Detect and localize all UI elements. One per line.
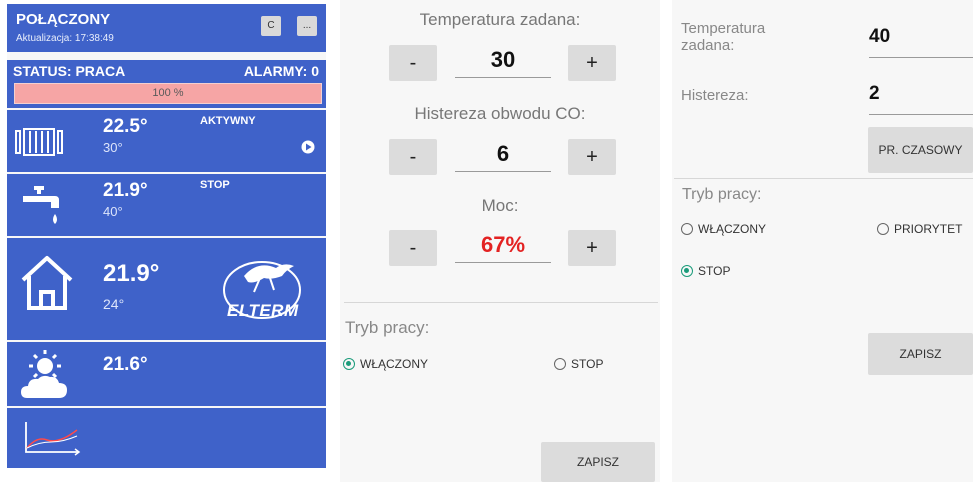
hysteresis-label: Histereza: [681, 87, 749, 104]
mode-stop-label: STOP [698, 264, 731, 278]
hot-water-panel: Temperatura zadana: 40 Histereza: 2 PR. … [672, 0, 973, 482]
outdoor-temp: 21.6° [103, 354, 148, 375]
power-minus-button[interactable]: - [389, 230, 437, 266]
radio-selected-icon [343, 358, 355, 370]
radio-unselected-icon [877, 223, 889, 235]
temp-setpoint-title: Temperatura zadana: [419, 10, 581, 29]
heating-circuit-panel: Temperatura zadana: - 30 + Histereza obw… [340, 0, 660, 482]
hysteresis-field[interactable]: 2 [869, 83, 973, 115]
c-button[interactable]: C [261, 16, 281, 36]
graph-tile[interactable] [7, 408, 326, 468]
hot-water-state: STOP [200, 179, 230, 191]
radiator-tile[interactable]: 22.5° 30° AKTYWNY [7, 110, 326, 172]
radio-selected-icon [681, 265, 693, 277]
last-update: Aktualizacja: 17:38:49 [16, 33, 114, 44]
mode-radio-on[interactable]: WŁĄCZONY [343, 357, 428, 371]
radiator-temp: 22.5° [103, 116, 148, 137]
tap-icon [23, 186, 59, 224]
dashboard-panel: POŁĄCZONY Aktualizacja: 17:38:49 C ... S… [7, 4, 326, 468]
radiator-state: AKTYWNY [200, 115, 256, 127]
hysteresis-value[interactable]: 6 [455, 136, 551, 172]
hot-water-tile[interactable]: 21.9° 40° STOP [7, 174, 326, 236]
progress-bar: 100 % [14, 83, 322, 104]
mode-title: Tryb pracy: [345, 318, 430, 337]
more-button[interactable]: ... [297, 16, 317, 36]
hyst-plus-button[interactable]: + [568, 139, 616, 175]
mode-radio-on[interactable]: WŁĄCZONY [681, 222, 766, 236]
progress-label: 100 % [152, 87, 184, 99]
mode-radio-priority[interactable]: PRIORYTET [877, 222, 962, 236]
power-plus-button[interactable]: + [568, 230, 616, 266]
elterm-logo-text: ELTERM [227, 301, 299, 320]
home-tile[interactable]: 21.9° 24° ELTERM [7, 238, 326, 340]
temp-setpoint-field[interactable]: 40 [869, 26, 973, 58]
alarms-label[interactable]: ALARMY: 0 [244, 63, 319, 79]
status-label: STATUS: PRACA [13, 63, 126, 79]
mode-priority-label: PRIORYTET [894, 222, 963, 236]
home-set: 24° [103, 296, 125, 312]
save-button[interactable]: ZAPISZ [868, 333, 973, 375]
power-value[interactable]: 67% [455, 227, 551, 263]
weather-icon [21, 350, 67, 398]
mode-stop-label: STOP [571, 357, 604, 371]
mode-on-label: WŁĄCZONY [360, 357, 429, 371]
connection-status: POŁĄCZONY [16, 11, 111, 28]
chart-icon [25, 422, 81, 456]
home-icon [21, 256, 73, 310]
temp-setpoint-label: Temperatura zadana: [681, 20, 766, 54]
schedule-button[interactable]: PR. CZASOWY [868, 127, 973, 173]
save-button[interactable]: ZAPISZ [541, 442, 655, 482]
weather-tile[interactable]: 21.6° [7, 342, 326, 406]
power-title: Moc: [481, 196, 519, 215]
mode-on-label: WŁĄCZONY [698, 222, 767, 236]
hyst-minus-button[interactable]: - [389, 139, 437, 175]
play-icon[interactable] [301, 140, 315, 154]
divider [344, 302, 658, 303]
temp-minus-button[interactable]: - [389, 45, 437, 81]
hot-water-temp: 21.9° [103, 180, 148, 201]
radiator-set: 30° [103, 140, 123, 155]
hot-water-set: 40° [103, 204, 123, 219]
divider [674, 178, 973, 179]
mode-title: Tryb pracy: [682, 186, 762, 203]
mode-radio-stop[interactable]: STOP [554, 357, 603, 371]
radiator-icon [15, 128, 63, 156]
hysteresis-title: Histereza obwodu CO: [414, 104, 586, 123]
connection-header: POŁĄCZONY Aktualizacja: 17:38:49 C ... [7, 4, 326, 52]
home-temp: 21.9° [103, 260, 160, 287]
temp-setpoint-value[interactable]: 30 [455, 42, 551, 78]
screenshot-root: POŁĄCZONY Aktualizacja: 17:38:49 C ... S… [0, 0, 973, 482]
temp-plus-button[interactable]: + [568, 45, 616, 81]
mode-radio-stop[interactable]: STOP [681, 264, 730, 278]
status-tile: STATUS: PRACA ALARMY: 0 100 % [7, 60, 326, 108]
radio-unselected-icon [681, 223, 693, 235]
radio-unselected-icon [554, 358, 566, 370]
